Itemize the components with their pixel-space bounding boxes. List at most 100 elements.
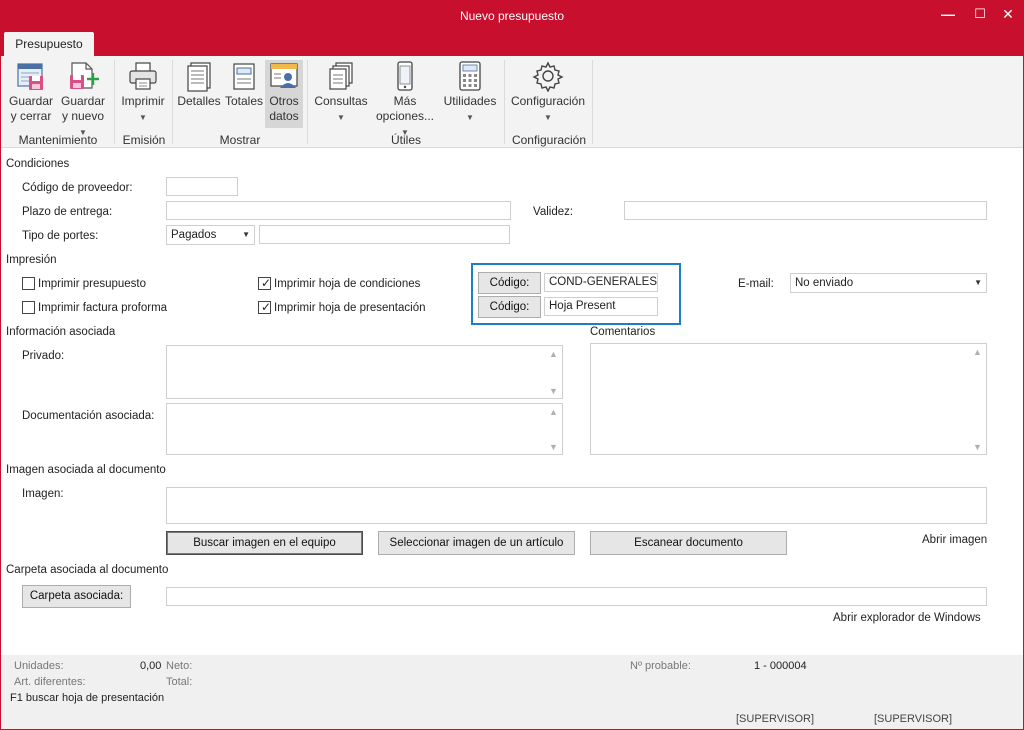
unidades-value: 0,00: [140, 660, 162, 672]
plazo-entrega-input[interactable]: [166, 201, 511, 220]
imprimir-button[interactable]: Imprimir ▼: [119, 60, 167, 125]
imprimir-presupuesto-checkbox[interactable]: [22, 277, 35, 290]
seleccionar-imagen-button[interactable]: Seleccionar imagen de un artículo: [378, 531, 575, 555]
guardar-cerrar-button[interactable]: Guardar y cerrar: [7, 60, 55, 124]
scroll-down-icon[interactable]: ▼: [973, 442, 982, 452]
scroll-up-icon[interactable]: ▲: [549, 349, 558, 359]
scroll-up-icon[interactable]: ▲: [973, 347, 982, 357]
escanear-documento-button[interactable]: Escanear documento: [590, 531, 787, 555]
scrollbar[interactable]: ▲ ▼: [970, 344, 986, 454]
unidades-label: Unidades:: [14, 660, 64, 672]
codigo-presentacion-input[interactable]: Hoja Present: [544, 297, 658, 316]
carpeta-asociada-button[interactable]: Carpeta asociada:: [22, 585, 131, 608]
imagen-field[interactable]: [166, 487, 987, 524]
user-label-1: [SUPERVISOR]: [736, 713, 815, 725]
imprimir-factura-proforma-label: Imprimir factura proforma: [38, 302, 168, 314]
documentacion-asociada-textarea[interactable]: ▲ ▼: [166, 403, 563, 455]
queries-icon: [329, 62, 353, 90]
group-label-mantenimiento: Mantenimiento: [18, 133, 98, 147]
email-select[interactable]: No enviado ▼: [790, 273, 987, 293]
save-close-icon: [17, 63, 43, 90]
status-footer: Unidades: 0,00 Neto: Art. diferentes: To…: [1, 655, 1023, 729]
totals-icon: [233, 63, 255, 90]
section-carpeta-asociada: Carpeta asociada al documento: [6, 564, 169, 576]
window-title: Nuevo presupuesto: [459, 9, 565, 23]
imprimir-label: Imprimir: [121, 94, 165, 108]
imprimir-hoja-presentacion-label: Imprimir hoja de presentación: [274, 302, 426, 314]
group-label-mostrar: Mostrar: [219, 133, 261, 147]
privado-textarea[interactable]: ▲ ▼: [166, 345, 563, 399]
guardar-nuevo-button[interactable]: Guardar y nuevo ▼: [57, 60, 109, 140]
chevron-down-icon: ▼: [242, 230, 250, 239]
group-label-utiles: Útiles: [390, 133, 421, 147]
total-label: Total:: [166, 676, 193, 688]
privado-label: Privado:: [22, 350, 65, 362]
tab-presupuesto[interactable]: Presupuesto: [4, 32, 94, 56]
chevron-down-icon: ▼: [974, 278, 982, 287]
abrir-explorador-link[interactable]: Abrir explorador de Windows: [833, 612, 981, 624]
codigo-proveedor-input[interactable]: [166, 177, 238, 196]
abrir-imagen-link[interactable]: Abrir imagen: [922, 534, 987, 546]
group-label-configuracion: Configuración: [511, 133, 587, 147]
user-label-2: [SUPERVISOR]: [874, 713, 953, 725]
section-informacion-asociada: Información asociada: [6, 326, 116, 338]
codigo-presentacion-button[interactable]: Código:: [478, 296, 541, 318]
neto-label: Neto:: [166, 660, 193, 672]
validez-label: Validez:: [533, 206, 574, 218]
utilidades-button[interactable]: Utilidades ▼: [441, 60, 499, 125]
consultas-button[interactable]: Consultas ▼: [313, 60, 369, 125]
otros-datos-line2: datos: [269, 109, 299, 123]
art-diferentes-label: Art. diferentes:: [14, 676, 86, 688]
codigo-condiciones-button[interactable]: Código:: [478, 272, 541, 294]
details-icon: [187, 62, 211, 92]
ribbon-separator: [504, 60, 505, 144]
ribbon-separator: [172, 60, 173, 144]
scrollbar[interactable]: ▲ ▼: [546, 346, 562, 398]
close-button[interactable]: ✕: [991, 1, 1024, 29]
tipo-portes-label: Tipo de portes:: [22, 230, 99, 242]
scroll-down-icon[interactable]: ▼: [549, 386, 558, 396]
calculator-icon: [459, 61, 481, 91]
codigo-condiciones-input[interactable]: COND-GENERALES: [544, 273, 658, 292]
chevron-down-icon: ▼: [544, 113, 552, 122]
imprimir-hoja-condiciones-label: Imprimir hoja de condiciones: [274, 278, 421, 290]
consultas-label: Consultas: [314, 94, 368, 108]
detalles-label: Detalles: [177, 94, 221, 108]
imprimir-factura-proforma-checkbox[interactable]: [22, 301, 35, 314]
other-data-icon: [270, 63, 298, 88]
totales-label: Totales: [224, 94, 264, 108]
tipo-portes-extra-input[interactable]: [259, 225, 510, 244]
mas-opciones-line2: opciones...: [375, 109, 435, 123]
check-icon: ✓: [261, 276, 272, 290]
configuracion-button[interactable]: Configuración ▼: [509, 60, 587, 125]
codigo-proveedor-label: Código de proveedor:: [22, 182, 133, 194]
tipo-portes-select[interactable]: Pagados ▼: [166, 225, 255, 245]
imprimir-hoja-condiciones-checkbox[interactable]: ✓: [258, 276, 272, 290]
tipo-portes-value: Pagados: [171, 229, 217, 241]
plazo-entrega-label: Plazo de entrega:: [22, 206, 113, 218]
check-icon: ✓: [261, 300, 272, 314]
buscar-imagen-button[interactable]: Buscar imagen en el equipo: [166, 531, 363, 555]
group-label-emision: Emisión: [122, 133, 166, 147]
section-impresion: Impresión: [6, 254, 57, 266]
imprimir-hoja-presentacion-checkbox[interactable]: ✓: [258, 300, 272, 314]
otros-datos-button[interactable]: Otros datos: [265, 60, 303, 128]
mobile-icon: [397, 61, 413, 91]
detalles-button[interactable]: Detalles: [177, 60, 221, 109]
section-condiciones: Condiciones: [6, 158, 70, 170]
main-window: Nuevo presupuesto — ☐ ✕ Presupuesto Guar…: [0, 0, 1024, 730]
ribbon-tab-row: Presupuesto: [1, 32, 1023, 56]
scroll-down-icon[interactable]: ▼: [549, 442, 558, 452]
n-probable-label: Nº probable:: [630, 660, 691, 672]
comentarios-textarea[interactable]: ▲ ▼: [590, 343, 987, 455]
mas-opciones-button[interactable]: Más opciones... ▼: [371, 60, 439, 140]
scrollbar[interactable]: ▲ ▼: [546, 404, 562, 454]
minimize-button[interactable]: —: [931, 1, 965, 29]
comentarios-label: Comentarios: [590, 326, 656, 338]
carpeta-asociada-input[interactable]: [166, 587, 987, 606]
imprimir-presupuesto-label: Imprimir presupuesto: [38, 278, 147, 290]
validez-input[interactable]: [624, 201, 987, 220]
gear-icon: [532, 61, 564, 92]
totales-button[interactable]: Totales: [223, 60, 265, 109]
scroll-up-icon[interactable]: ▲: [549, 407, 558, 417]
